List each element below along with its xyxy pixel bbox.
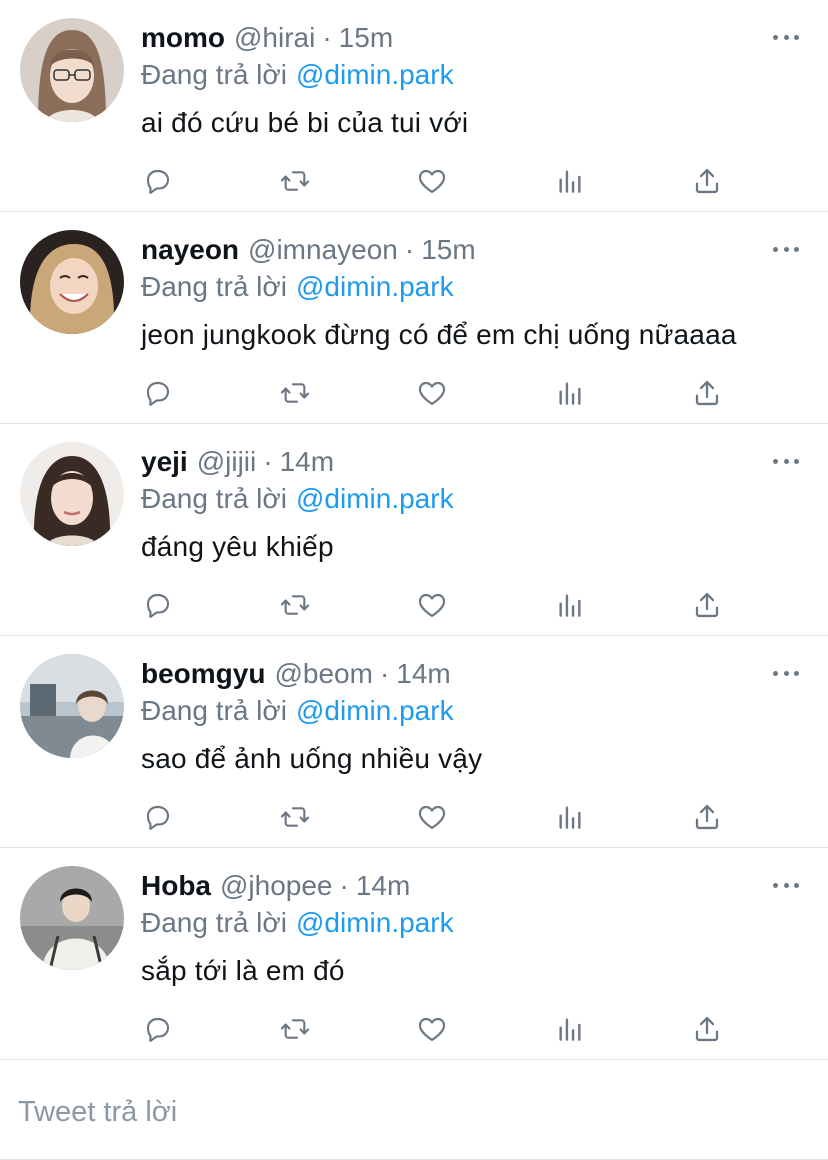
- replying-to-label: Đang trả lời: [141, 483, 287, 514]
- tweet-text: ai đó cứu bé bi của tui với: [141, 107, 469, 138]
- share-icon[interactable]: [690, 800, 724, 834]
- author-handle[interactable]: @imnayeon: [248, 234, 398, 266]
- mention-link[interactable]: @dimin.park: [296, 271, 454, 303]
- stats-icon[interactable]: [553, 1012, 587, 1046]
- stats-icon[interactable]: [553, 800, 587, 834]
- mention-link[interactable]: @dimin.park: [296, 59, 454, 91]
- replying-to-label: Đang trả lời: [141, 271, 287, 302]
- reply-icon[interactable]: [141, 588, 175, 622]
- more-icon[interactable]: [773, 662, 799, 684]
- like-icon[interactable]: [415, 164, 449, 198]
- timestamp[interactable]: 14m: [396, 658, 450, 690]
- author-name[interactable]: Hoba: [141, 870, 211, 902]
- like-icon[interactable]: [415, 800, 449, 834]
- author-handle[interactable]: @jhopee: [220, 870, 333, 902]
- author-name[interactable]: yeji: [141, 446, 188, 478]
- replying-to-label: Đang trả lời: [141, 695, 287, 726]
- more-icon[interactable]: [773, 26, 799, 48]
- replying-to-label: Đang trả lời: [141, 907, 287, 938]
- share-icon[interactable]: [690, 164, 724, 198]
- timestamp[interactable]: 15m: [421, 234, 475, 266]
- reply-icon[interactable]: [141, 376, 175, 410]
- tweet-text: đáng yêu khiếp: [141, 531, 334, 562]
- share-icon[interactable]: [690, 1012, 724, 1046]
- separator-dot: ·: [379, 658, 390, 689]
- avatar[interactable]: [20, 442, 124, 546]
- like-icon[interactable]: [415, 376, 449, 410]
- separator-dot: ·: [322, 22, 332, 53]
- author-name[interactable]: beomgyu: [141, 658, 265, 690]
- author-name[interactable]: momo: [141, 22, 225, 54]
- reply-tweet[interactable]: momo @hirai · 15m Đang trả lời @dimin.pa…: [0, 0, 828, 212]
- avatar[interactable]: [20, 654, 124, 758]
- share-icon[interactable]: [690, 588, 724, 622]
- compose-reply-area: [0, 1062, 828, 1160]
- avatar[interactable]: [20, 866, 124, 970]
- timestamp[interactable]: 14m: [356, 870, 410, 902]
- mention-link[interactable]: @dimin.park: [296, 483, 454, 515]
- replying-to-label: Đang trả lời: [141, 59, 287, 90]
- stats-icon[interactable]: [553, 588, 587, 622]
- timestamp[interactable]: 15m: [339, 22, 393, 54]
- separator-dot: ·: [339, 870, 349, 901]
- mention-link[interactable]: @dimin.park: [296, 907, 454, 939]
- retweet-icon[interactable]: [278, 1012, 312, 1046]
- author-handle[interactable]: @jijii: [197, 446, 257, 478]
- like-icon[interactable]: [415, 588, 449, 622]
- author-handle[interactable]: @beom: [274, 658, 372, 690]
- more-icon[interactable]: [773, 238, 799, 260]
- share-icon[interactable]: [690, 376, 724, 410]
- stats-icon[interactable]: [553, 164, 587, 198]
- reply-tweet[interactable]: beomgyu @beom · 14m Đang trả lời @dimin.…: [0, 636, 828, 848]
- like-icon[interactable]: [415, 1012, 449, 1046]
- retweet-icon[interactable]: [278, 588, 312, 622]
- more-icon[interactable]: [773, 450, 799, 472]
- tweet-text: sao để ảnh uống nhiều vậy: [141, 743, 483, 774]
- author-handle[interactable]: @hirai: [234, 22, 315, 54]
- author-name[interactable]: nayeon: [141, 234, 239, 266]
- timestamp[interactable]: 14m: [280, 446, 334, 478]
- tweet-text: jeon jungkook đừng có để em chị uống nữa…: [141, 319, 737, 350]
- reply-icon[interactable]: [141, 164, 175, 198]
- reply-tweet[interactable]: nayeon @imnayeon · 15m Đang trả lời @dim…: [0, 212, 828, 424]
- avatar[interactable]: [20, 18, 124, 122]
- more-icon[interactable]: [773, 874, 799, 896]
- retweet-icon[interactable]: [278, 164, 312, 198]
- retweet-icon[interactable]: [278, 800, 312, 834]
- separator-dot: ·: [263, 446, 273, 477]
- mention-link[interactable]: @dimin.park: [296, 695, 454, 727]
- reply-icon[interactable]: [141, 1012, 175, 1046]
- retweet-icon[interactable]: [278, 376, 312, 410]
- reply-tweet[interactable]: Hoba @jhopee · 14m Đang trả lời @dimin.p…: [0, 848, 828, 1060]
- separator-dot: ·: [404, 234, 415, 265]
- avatar[interactable]: [20, 230, 124, 334]
- stats-icon[interactable]: [553, 376, 587, 410]
- tweet-text: sắp tới là em đó: [141, 955, 345, 986]
- reply-input[interactable]: [18, 1090, 798, 1134]
- reply-icon[interactable]: [141, 800, 175, 834]
- reply-tweet[interactable]: yeji @jijii · 14m Đang trả lời @dimin.pa…: [0, 424, 828, 636]
